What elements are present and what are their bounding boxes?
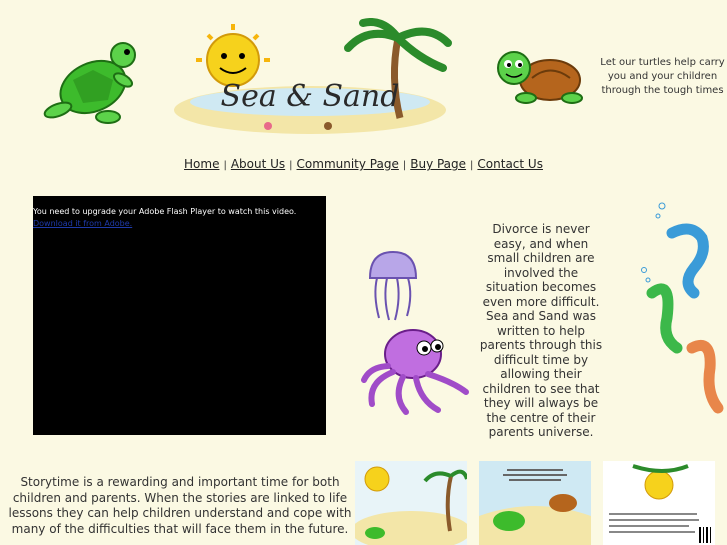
flash-video-placeholder: You need to upgrade your Adobe Flash Pla… — [33, 196, 326, 435]
tagline-text: Let our turtles help carry you and your … — [600, 57, 725, 96]
nav-buy-page-link[interactable]: Buy Page — [410, 157, 466, 171]
logo-text: Sea & Sand — [221, 79, 400, 114]
jellyfish-illustration — [368, 250, 418, 321]
nav-contact-us-link[interactable]: Contact Us — [477, 157, 543, 171]
octopus-illustration — [361, 329, 469, 415]
divorce-description-text: Divorce is never easy, and when small ch… — [479, 222, 603, 439]
nav-home-link[interactable]: Home — [184, 157, 219, 171]
book-cover-thumbnail[interactable] — [355, 461, 467, 545]
seahorses-illustration — [641, 202, 724, 414]
flash-download-link[interactable]: Download it from Adobe. — [33, 219, 132, 228]
book-page-thumbnail[interactable] — [479, 461, 591, 545]
nav-separator: | — [223, 160, 227, 171]
storytime-description-text: Storytime is a rewarding and important t… — [8, 475, 352, 536]
nav-separator: | — [289, 160, 293, 171]
nav-community-page-link[interactable]: Community Page — [297, 157, 399, 171]
main-navigation: Home | About Us | Community Page | Buy Page | Co… — [0, 157, 727, 171]
nav-separator: | — [470, 160, 474, 171]
book-page-thumbnail[interactable] — [603, 461, 715, 545]
turtle-left-illustration — [43, 42, 136, 124]
nav-about-us-link[interactable]: About Us — [231, 157, 285, 171]
nav-separator: | — [402, 160, 407, 171]
turtle-right-illustration — [497, 51, 583, 104]
flash-upgrade-message: You need to upgrade your Adobe Flash Pla… — [33, 207, 297, 216]
sea-and-sand-logo[interactable]: Sea & Sand — [168, 18, 452, 140]
